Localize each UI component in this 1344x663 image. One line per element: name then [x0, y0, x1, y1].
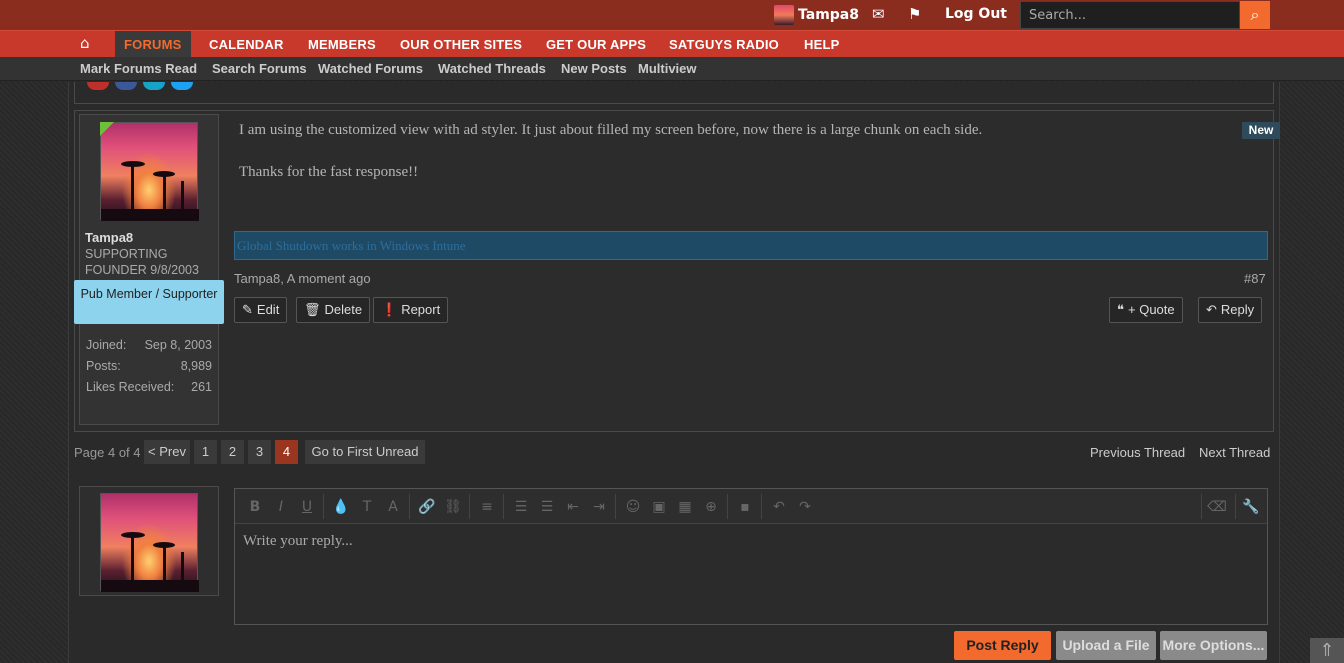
post-number[interactable]: #87: [1244, 271, 1266, 286]
tab-radio[interactable]: SATGUYS RADIO: [669, 31, 779, 58]
user-menu[interactable]: Tampa8: [774, 4, 859, 26]
subnav-watched-forums[interactable]: Watched Forums: [318, 61, 423, 76]
subnav-watched-threads[interactable]: Watched Threads: [438, 61, 546, 76]
undo-icon[interactable]: ↶: [769, 498, 789, 516]
delete-label: Delete: [324, 302, 363, 317]
logout-link[interactable]: Log Out: [945, 6, 1007, 22]
page-link-current[interactable]: 4: [275, 440, 298, 464]
bold-icon[interactable]: B: [245, 498, 265, 516]
previous-thread-link[interactable]: Previous Thread: [1090, 445, 1185, 460]
link-icon[interactable]: 🔗: [417, 498, 437, 516]
indent-icon[interactable]: ⇥: [589, 498, 609, 516]
stat-posts: Posts: 8,989: [86, 359, 212, 373]
quote-icon: ❝: [1117, 302, 1124, 317]
eraser-icon[interactable]: ⌫: [1207, 498, 1227, 516]
outdent-icon[interactable]: ⇤: [563, 498, 583, 516]
stat-value: Sep 8, 2003: [144, 338, 212, 352]
stat-label: Joined:: [86, 338, 127, 352]
insert-icon[interactable]: ⊕: [701, 498, 721, 516]
page-link-3[interactable]: 3: [248, 440, 271, 464]
alert-icon: ❗: [381, 302, 398, 317]
tab-other-sites[interactable]: OUR OTHER SITES: [400, 31, 522, 58]
stat-label: Likes Received:: [86, 380, 175, 394]
previous-post-tail: [74, 82, 1274, 104]
quote-button[interactable]: ❝ + Quote: [1109, 297, 1183, 323]
italic-icon[interactable]: I: [271, 498, 291, 516]
avatar[interactable]: [100, 122, 199, 221]
stat-value: 261: [191, 380, 212, 394]
subnav-new-posts[interactable]: New Posts: [561, 61, 627, 76]
home-icon[interactable]: ⌂: [80, 34, 90, 52]
signature[interactable]: Global Shutdown works in Windows Intune: [234, 231, 1268, 260]
avatar: [100, 493, 199, 592]
underline-icon[interactable]: U: [297, 498, 317, 516]
subnav-search-forums[interactable]: Search Forums: [212, 61, 307, 76]
sub-nav: Mark Forums Read Search Forums Watched F…: [0, 57, 1344, 81]
search-input[interactable]: [1020, 1, 1240, 29]
page-link-1[interactable]: 1: [194, 440, 217, 464]
upload-file-button[interactable]: Upload a File: [1056, 631, 1156, 660]
message-line-2: Thanks for the fast response!!: [239, 164, 419, 180]
tab-calendar[interactable]: CALENDAR: [209, 31, 284, 58]
smiley-icon[interactable]: ☺: [623, 498, 643, 516]
page-link-2[interactable]: 2: [221, 440, 244, 464]
post-reply-button[interactable]: Post Reply: [954, 631, 1051, 660]
user-title: SUPPORTING FOUNDER 9/8/2003: [85, 247, 199, 277]
redo-icon[interactable]: ↷: [795, 498, 815, 516]
next-thread-link[interactable]: Next Thread: [1199, 445, 1270, 460]
report-label: Report: [401, 302, 441, 317]
edit-button[interactable]: ✎ Edit: [234, 297, 288, 323]
pencil-icon: ✎: [242, 302, 253, 317]
stat-likes: Likes Received: 261: [86, 380, 212, 394]
more-options-button[interactable]: More Options...: [1160, 631, 1267, 660]
stat-value[interactable]: 8,989: [181, 359, 212, 373]
message-line-1: I am using the customized view with ad s…: [239, 122, 983, 138]
first-unread-link[interactable]: Go to First Unread: [305, 440, 425, 464]
search-icon[interactable]: ⌕: [1240, 1, 1270, 29]
unlink-icon[interactable]: ⛓: [443, 498, 463, 516]
stat-label: Posts:: [86, 359, 121, 373]
save-draft-icon[interactable]: ▪: [735, 498, 755, 516]
report-button[interactable]: ❗ Report: [373, 297, 449, 323]
trash-icon: 🗑: [304, 302, 321, 317]
stat-joined: Joined: Sep 8, 2003: [86, 338, 212, 352]
tab-apps[interactable]: GET OUR APPS: [546, 31, 646, 58]
envelope-icon[interactable]: ✉: [872, 5, 885, 23]
edit-label: Edit: [256, 302, 280, 317]
reply-label: Reply: [1220, 302, 1255, 317]
prev-page-link[interactable]: < Prev: [144, 440, 190, 464]
main-nav: ⌂ FORUMS CALENDAR MEMBERS OUR OTHER SITE…: [0, 30, 1344, 58]
member-badge: Pub Member / Supporter: [74, 280, 224, 324]
reply-icon: ↶: [1206, 302, 1217, 317]
reply-button[interactable]: ↶ Reply: [1198, 297, 1263, 323]
font-size-icon[interactable]: T: [357, 498, 377, 516]
font-icon[interactable]: A: [383, 498, 403, 516]
quote-label: + Quote: [1128, 302, 1175, 317]
user-avatar-small: [774, 5, 794, 25]
flag-icon[interactable]: ⚑: [908, 5, 921, 23]
post-meta[interactable]: Tampa8, A moment ago: [234, 271, 371, 286]
scroll-to-top-icon[interactable]: ⇑: [1310, 638, 1344, 663]
color-icon[interactable]: 💧: [331, 498, 351, 516]
bullet-list-icon[interactable]: ☰: [511, 498, 531, 516]
subnav-multiview[interactable]: Multiview: [638, 61, 697, 76]
username: Tampa8: [798, 7, 859, 23]
tab-members[interactable]: MEMBERS: [308, 31, 376, 58]
editor-toolbar: B I U 💧 T A 🔗 ⛓ ≡ ☰ ☰ ⇤ ⇥ ☺ ▣ ▦ ⊕ ▪ ↶ ↷ …: [235, 489, 1267, 524]
image-icon[interactable]: ▣: [649, 498, 669, 516]
page-label: Page 4 of 4: [74, 445, 141, 460]
align-icon[interactable]: ≡: [477, 498, 497, 516]
media-icon[interactable]: ▦: [675, 498, 695, 516]
reply-editor[interactable]: B I U 💧 T A 🔗 ⛓ ≡ ☰ ☰ ⇤ ⇥ ☺ ▣ ▦ ⊕ ▪ ↶ ↷ …: [234, 488, 1268, 625]
new-indicator-corner: [100, 122, 114, 136]
numbered-list-icon[interactable]: ☰: [537, 498, 557, 516]
wrench-icon[interactable]: 🔧: [1241, 498, 1261, 516]
reply-placeholder[interactable]: Write your reply...: [243, 533, 353, 550]
post-author[interactable]: Tampa8: [85, 230, 133, 245]
subnav-mark-read[interactable]: Mark Forums Read: [80, 61, 197, 76]
tab-help[interactable]: HELP: [804, 31, 839, 58]
new-badge: New: [1242, 122, 1280, 139]
tab-forums[interactable]: FORUMS: [115, 31, 191, 58]
delete-button[interactable]: 🗑 Delete: [296, 297, 371, 323]
